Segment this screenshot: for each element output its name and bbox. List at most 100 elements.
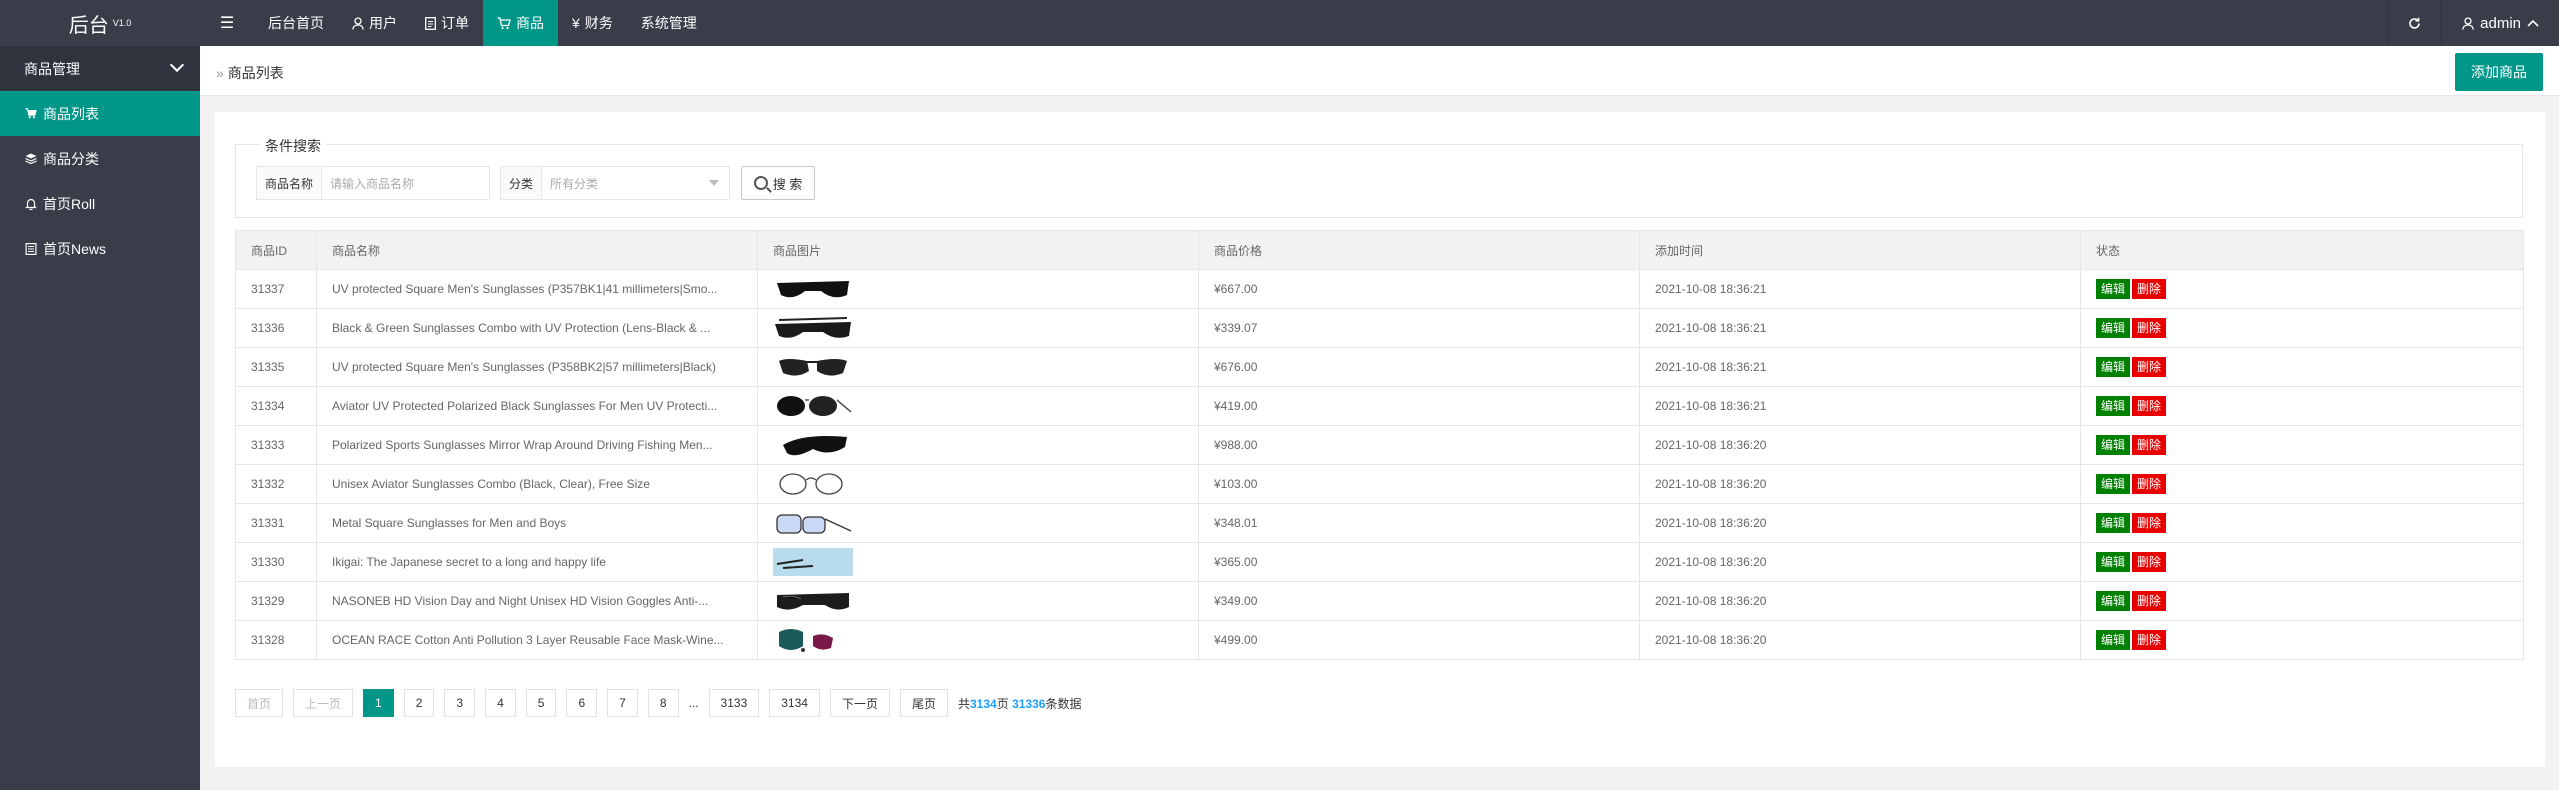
category-select[interactable]: 分类 所有分类 (500, 166, 730, 200)
edit-button[interactable]: 编辑 (2096, 279, 2131, 299)
refresh-button[interactable] (2387, 0, 2441, 46)
nav-orders-label: 订单 (441, 15, 469, 31)
delete-button[interactable]: 删除 (2132, 630, 2167, 650)
cell-price: ¥419.00 (1198, 386, 1640, 426)
page-prev-button[interactable]: 上一页 (293, 689, 354, 717)
sidebar-item-product-category[interactable]: 商品分类 (0, 136, 200, 181)
sidebar-group-product-management[interactable]: 商品管理 (0, 46, 200, 91)
table-row: 31337 UV protected Square Men's Sunglasse… (235, 269, 2524, 309)
delete-button[interactable]: 删除 (2132, 279, 2167, 299)
delete-button[interactable]: 删除 (2132, 357, 2167, 377)
page-button-4[interactable]: 4 (485, 689, 516, 717)
chevron-down-icon (169, 57, 185, 73)
cell-id: 31337 (235, 269, 317, 309)
cell-price: ¥103.00 (1198, 464, 1640, 504)
nav-home[interactable]: 后台首页 (254, 0, 338, 46)
cell-id: 31329 (235, 581, 317, 621)
cell-status: 编辑 删除 (2080, 464, 2524, 504)
edit-button[interactable]: 编辑 (2096, 552, 2131, 572)
nav-products[interactable]: 商品 (483, 0, 558, 46)
col-header-time: 添加时间 (1639, 230, 2081, 270)
cell-id: 31332 (235, 464, 317, 504)
page-button-6[interactable]: 6 (566, 689, 598, 717)
search-button[interactable]: 搜 索 (741, 166, 815, 200)
delete-button[interactable]: 删除 (2132, 396, 2167, 416)
cell-id: 31330 (235, 542, 317, 582)
delete-button[interactable]: 删除 (2132, 513, 2167, 533)
nav-products-label: 商品 (516, 15, 544, 31)
edit-button[interactable]: 编辑 (2096, 630, 2131, 650)
edit-button[interactable]: 编辑 (2096, 513, 2131, 533)
add-product-button[interactable]: 添加商品 (2455, 53, 2543, 91)
product-thumbnail (773, 548, 1183, 576)
edit-button[interactable]: 编辑 (2096, 318, 2131, 338)
sidebar-item-product-list[interactable]: 商品列表 (0, 91, 200, 136)
page-button-7[interactable]: 7 (607, 689, 638, 717)
cell-price: ¥667.00 (1198, 269, 1640, 309)
breadcrumb-current: 商品列表 (227, 65, 284, 81)
version-badge: V1.0 (112, 18, 132, 28)
page-ellipsis: ... (688, 696, 699, 710)
page-last-button[interactable]: 尾页 (899, 689, 948, 717)
cell-price: ¥365.00 (1198, 542, 1640, 582)
edit-button[interactable]: 编辑 (2096, 435, 2131, 455)
sidebar-item-label: 首页Roll (43, 195, 96, 212)
cell-status: 编辑 删除 (2080, 620, 2524, 660)
cell-status: 编辑 删除 (2080, 503, 2524, 543)
page-button-2[interactable]: 2 (403, 689, 435, 717)
page-button-3134[interactable]: 3134 (769, 689, 820, 717)
nav-finance[interactable]: ¥ 财务 (558, 0, 627, 46)
logo[interactable]: 后台 V1.0 (0, 0, 200, 46)
delete-button[interactable]: 删除 (2132, 435, 2167, 455)
user-icon (352, 16, 364, 30)
yen-icon: ¥ (572, 15, 580, 31)
user-icon (2462, 16, 2474, 30)
table-row: 31331 Metal Square Sunglasses for Men and… (235, 503, 2524, 543)
nav-finance-label: 财务 (584, 15, 613, 31)
edit-button[interactable]: 编辑 (2096, 396, 2131, 416)
nav-system[interactable]: 系统管理 (627, 0, 711, 46)
delete-button[interactable]: 删除 (2132, 552, 2167, 572)
sidebar-item-home-news[interactable]: 首页News (0, 226, 200, 271)
delete-button[interactable]: 删除 (2132, 591, 2167, 611)
page-first-button[interactable]: 首页 (235, 689, 284, 717)
product-thumbnail (773, 314, 1183, 342)
hamburger-icon: ☰ (219, 15, 235, 32)
table-header-row: 商品ID 商品名称 商品图片 商品价格 添加时间 状态 (235, 230, 2524, 270)
document-icon (425, 16, 436, 30)
page-button-3[interactable]: 3 (444, 689, 476, 717)
chevron-up-icon (2527, 19, 2539, 27)
delete-button[interactable]: 删除 (2132, 474, 2167, 494)
total-mid: 页 (996, 696, 1009, 711)
page-button-5[interactable]: 5 (525, 689, 557, 717)
cell-time: 2021-10-08 18:36:20 (1639, 464, 2081, 504)
edit-button[interactable]: 编辑 (2096, 474, 2131, 494)
cell-name: Metal Square Sunglasses for Men and Boys (316, 503, 758, 543)
user-menu[interactable]: admin (2441, 0, 2559, 46)
layers-icon (25, 153, 37, 164)
cell-image (757, 347, 1199, 387)
page-button-1[interactable]: 1 (363, 689, 394, 717)
menu-toggle-button[interactable]: ☰ (200, 0, 254, 46)
sidebar-item-home-roll[interactable]: 首页Roll (0, 181, 200, 226)
table-row: 31336 Black & Green Sunglasses Combo with… (235, 308, 2524, 348)
col-header-status: 状态 (2080, 230, 2524, 270)
table-row: 31329 NASONEB HD Vision Day and Night Uni… (235, 581, 2524, 621)
cell-time: 2021-10-08 18:36:21 (1639, 269, 2081, 309)
edit-button[interactable]: 编辑 (2096, 357, 2131, 377)
cell-price: ¥676.00 (1198, 347, 1640, 387)
page-button-3133[interactable]: 3133 (708, 689, 760, 717)
product-name-input[interactable]: 请输入商品名称 (322, 167, 422, 199)
page-button-8[interactable]: 8 (647, 689, 679, 717)
cell-name: Aviator UV Protected Polarized Black Sun… (316, 386, 758, 426)
edit-button[interactable]: 编辑 (2096, 591, 2131, 611)
nav-users[interactable]: 用户 (338, 0, 411, 46)
category-select-value[interactable]: 所有分类 (542, 167, 606, 199)
news-icon (25, 242, 37, 255)
nav-orders[interactable]: 订单 (411, 0, 483, 46)
page-next-button[interactable]: 下一页 (829, 689, 890, 717)
cell-status: 编辑 删除 (2080, 542, 2524, 582)
cell-id: 31336 (235, 308, 317, 348)
cell-price: ¥499.00 (1198, 620, 1640, 660)
delete-button[interactable]: 删除 (2132, 318, 2167, 338)
